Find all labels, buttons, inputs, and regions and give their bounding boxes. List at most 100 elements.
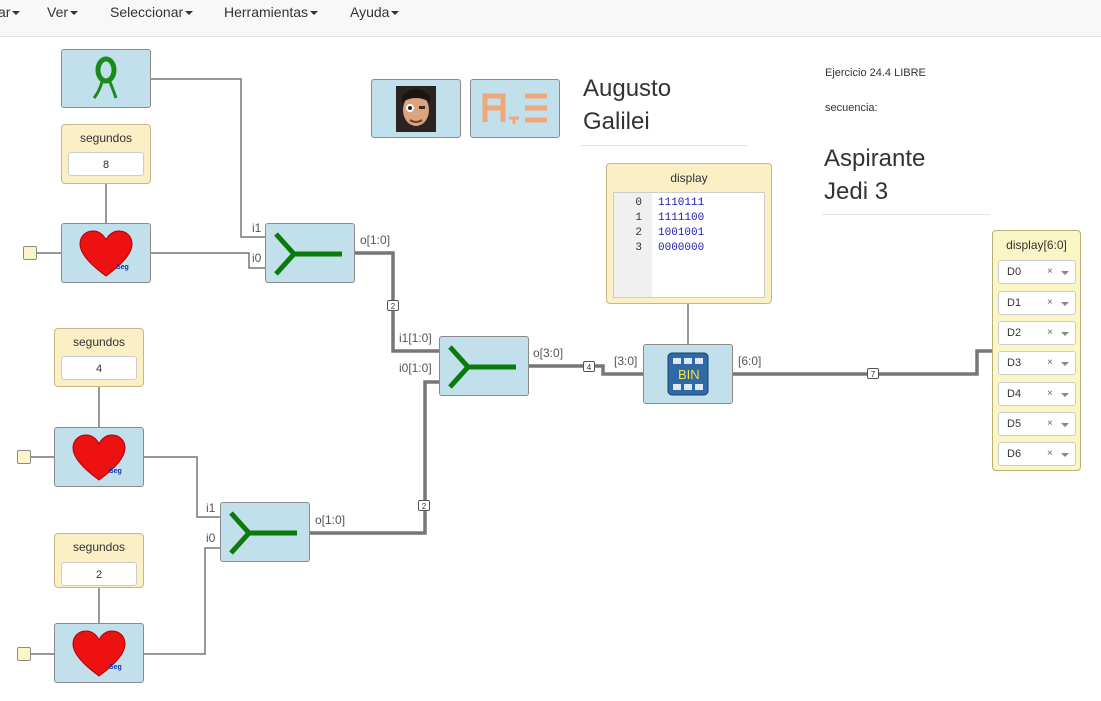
port-label: o[1:0] [315, 513, 346, 527]
port-label: i0 [252, 251, 262, 265]
output-pin-label: D1 [1007, 297, 1022, 309]
input-pin[interactable] [17, 450, 31, 464]
bus-width-badge: 4 [583, 361, 595, 372]
bus-wire [732, 349, 993, 376]
memory-address: 0 [635, 197, 642, 209]
output-pin-d0[interactable]: D0 × [998, 260, 1076, 284]
output-pin-d1[interactable]: D1 × [998, 291, 1076, 315]
joiner-block[interactable] [439, 336, 529, 396]
chevron-down-icon[interactable] [1061, 302, 1069, 306]
bus-width-badge: 2 [387, 300, 399, 311]
port-label: o[1:0] [360, 233, 391, 247]
joiner-icon [229, 511, 297, 555]
logo-icon [482, 93, 547, 124]
wire [151, 252, 266, 269]
chevron-down-icon[interactable] [1061, 453, 1069, 457]
memory-row: 0 1110111 [614, 196, 764, 211]
memory-row: 2 1001001 [614, 226, 764, 241]
output-display-panel[interactable]: display[6:0] D0 × D1 × D2 × D3 × D4 × D5… [992, 230, 1081, 471]
heart-label: Seg [116, 264, 129, 271]
heart-timer-block[interactable]: Seg [61, 223, 151, 283]
remove-icon[interactable]: × [1047, 322, 1053, 344]
chevron-down-icon[interactable] [1061, 362, 1069, 366]
output-pin-d4[interactable]: D4 × [998, 382, 1076, 406]
sequence-label: secuencia: [825, 102, 878, 114]
heart-icon [79, 230, 133, 277]
memory-address: 3 [635, 242, 642, 254]
memory-value: 1001001 [658, 227, 705, 239]
memory-row: 1 1111100 [614, 211, 764, 226]
memory-editor[interactable]: 0 1110111 1 1111100 2 1001001 3 0000000 [613, 192, 765, 298]
memory-row: 3 0000000 [614, 241, 764, 256]
chevron-down-icon[interactable] [1061, 332, 1069, 336]
output-pin-label: D4 [1007, 388, 1022, 400]
wire [151, 78, 266, 238]
heart-timer-block[interactable]: Seg [54, 427, 144, 487]
output-pin-d5[interactable]: D5 × [998, 412, 1076, 436]
wire [144, 547, 221, 655]
author-name-line2: Galilei [583, 108, 650, 135]
heart-icon [72, 434, 126, 481]
input-pin[interactable] [23, 246, 37, 260]
output-panel-title: display[6:0] [1006, 238, 1067, 252]
output-pin-d3[interactable]: D3 × [998, 351, 1076, 375]
heart-timer-block[interactable]: Seg [54, 623, 144, 683]
output-pin-d6[interactable]: D6 × [998, 442, 1076, 466]
param-segundos-8[interactable]: segundos 8 [61, 124, 151, 184]
joiner-block[interactable] [220, 502, 310, 562]
port-label: i1 [206, 501, 216, 515]
display-memory-block[interactable]: display 0 1110111 1 1111100 2 1001001 3 … [606, 163, 772, 304]
param-value-input[interactable]: 8 [68, 152, 144, 176]
walker-block[interactable] [61, 49, 151, 108]
remove-icon[interactable]: × [1047, 413, 1053, 435]
param-segundos-4[interactable]: segundos 4 [54, 328, 144, 387]
param-title: segundos [79, 131, 133, 145]
heart-label: Seg [109, 664, 122, 671]
port-label: o[3:0] [533, 346, 564, 360]
bin-decoder-block[interactable]: BIN [643, 344, 733, 404]
heart-label: Seg [109, 468, 122, 475]
bus-width-badge: 2 [418, 500, 430, 511]
bus-width-badge: 7 [867, 368, 879, 379]
joiner-block[interactable] [265, 223, 355, 283]
memory-address: 1 [635, 212, 642, 224]
walker-icon [92, 56, 118, 99]
memory-value: 1111100 [658, 212, 705, 224]
bin-label: BIN [678, 367, 700, 382]
output-pin-label: D2 [1007, 327, 1022, 339]
port-label: [6:0] [738, 354, 762, 368]
project-title-line2: Jedi 3 [824, 178, 889, 205]
input-pin[interactable] [17, 647, 31, 661]
chevron-down-icon[interactable] [1061, 423, 1069, 427]
chevron-down-icon[interactable] [1061, 393, 1069, 397]
chevron-down-icon[interactable] [1061, 271, 1069, 275]
logo-image-block[interactable] [470, 79, 560, 138]
memory-value: 1110111 [658, 197, 705, 209]
remove-icon[interactable]: × [1047, 352, 1053, 374]
memory-value: 0000000 [658, 242, 705, 254]
remove-icon[interactable]: × [1047, 292, 1053, 314]
output-pin-label: D0 [1007, 266, 1022, 278]
exercise-label: Ejercicio 24.4 LIBRE [825, 67, 926, 79]
remove-icon[interactable]: × [1047, 383, 1053, 405]
param-title: segundos [72, 335, 126, 349]
remove-icon[interactable]: × [1047, 261, 1053, 283]
param-value-input[interactable]: 4 [61, 356, 137, 380]
port-label: i0[1:0] [399, 361, 432, 375]
portrait-icon [396, 86, 436, 132]
portrait-image-block[interactable] [371, 79, 461, 138]
remove-icon[interactable]: × [1047, 443, 1053, 465]
param-segundos-2[interactable]: segundos 2 [54, 533, 144, 588]
project-title-line1: Aspirante [824, 145, 926, 172]
heart-icon [72, 630, 126, 677]
port-label: i1 [252, 221, 262, 235]
output-pin-label: D3 [1007, 357, 1022, 369]
memory-address: 2 [635, 227, 642, 239]
joiner-icon [274, 232, 342, 276]
param-value-input[interactable]: 2 [61, 562, 137, 586]
memory-title: display [670, 171, 708, 185]
port-label: i1[1:0] [399, 331, 432, 345]
output-pin-label: D6 [1007, 448, 1022, 460]
output-pin-d2[interactable]: D2 × [998, 321, 1076, 345]
output-pin-label: D5 [1007, 418, 1022, 430]
